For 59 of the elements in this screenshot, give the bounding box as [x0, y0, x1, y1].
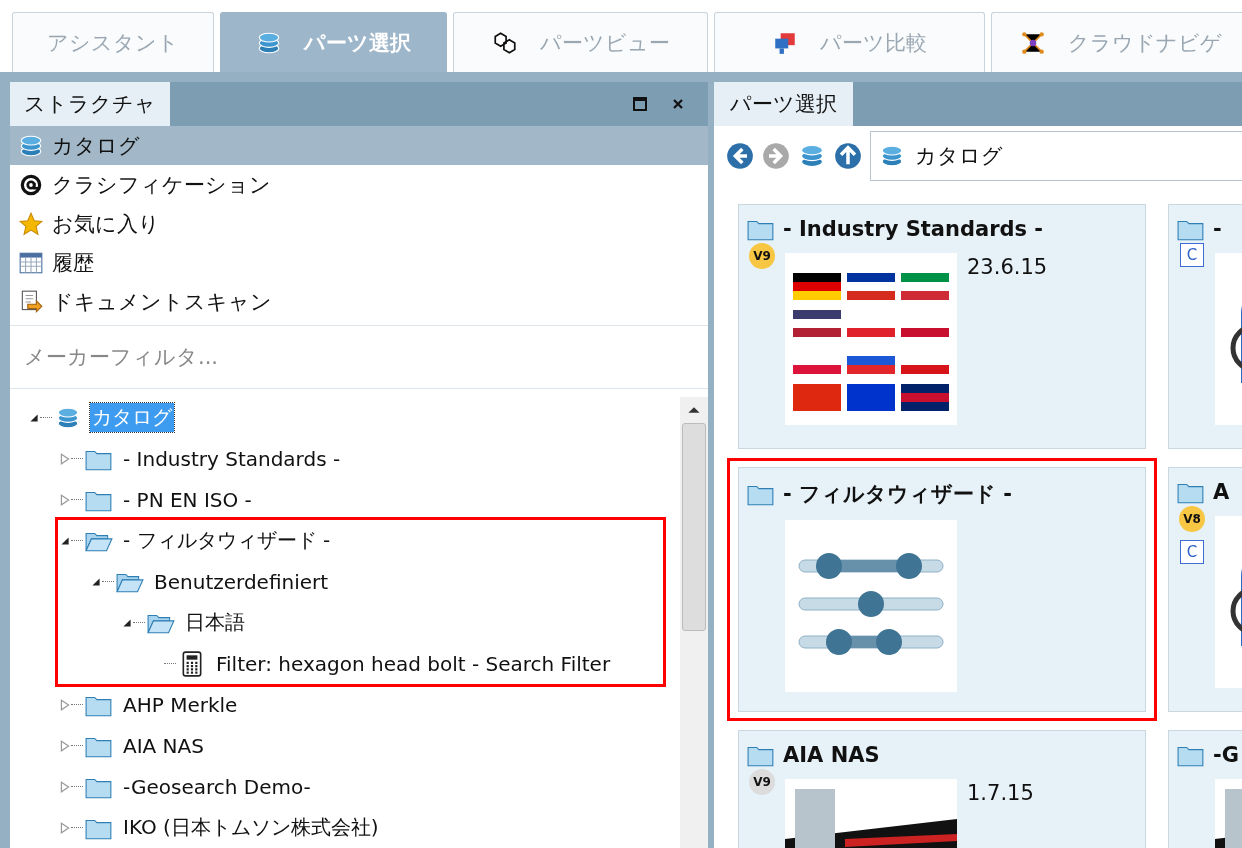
tree-item[interactable]: Benutzerdefiniert [152, 568, 331, 595]
date-text: 23.6.15 [967, 255, 1048, 281]
catalog-card[interactable]: - Industry Standards - V9 23.6.15 [738, 204, 1146, 449]
expand-toggle-icon[interactable] [59, 452, 71, 465]
expand-toggle-icon[interactable] [59, 493, 71, 506]
tree-item[interactable]: - PN EN ISO - [121, 486, 254, 513]
nav-item[interactable]: 履歴 [10, 243, 708, 282]
expand-toggle-icon[interactable] [28, 411, 40, 424]
back-icon[interactable] [726, 142, 754, 170]
tree-item[interactable]: AIA NAS [121, 732, 206, 759]
card-title: -G [1213, 743, 1239, 767]
up-icon[interactable] [834, 142, 862, 170]
date-text: 1.7.15 [967, 781, 1034, 807]
tree-item[interactable]: IKO (日本トムソン株式会社) [121, 813, 381, 842]
expand-toggle-icon[interactable] [59, 698, 71, 711]
expand-toggle-icon[interactable] [90, 575, 102, 588]
expand-toggle-icon[interactable] [59, 780, 71, 793]
version-badge: V9 [749, 243, 775, 269]
card-title: - Industry Standards - [783, 217, 1044, 241]
scrollbar[interactable] [680, 397, 708, 848]
card-title: A [1213, 480, 1230, 504]
nav-item[interactable]: ドキュメントスキャン [10, 282, 708, 321]
expand-toggle-icon[interactable] [59, 821, 71, 834]
manufacturer-filter-field[interactable]: メーカーフィルタ... [22, 344, 696, 370]
books-icon [879, 143, 905, 169]
maximize-icon[interactable] [632, 96, 648, 112]
tree-item[interactable]: Filter: hexagon head bolt - Search Filter [214, 650, 613, 677]
version-badge: V8 [1179, 506, 1205, 532]
class-badge: C [1180, 243, 1204, 267]
forward-icon[interactable] [762, 142, 790, 170]
nav-item[interactable]: カタログ [10, 126, 708, 165]
catalog-card[interactable]: -G [1168, 730, 1242, 848]
catalog-card[interactable]: A V8 C [1168, 467, 1242, 712]
card-title: - [1213, 217, 1222, 241]
catalog-card[interactable]: - C [1168, 204, 1242, 449]
breadcrumb-text: カタログ [915, 143, 1003, 170]
tree-item[interactable]: - フィルタウィザード - [121, 526, 333, 555]
expand-toggle-icon[interactable] [59, 739, 71, 752]
catalog-card[interactable]: AIA NAS V9 1.7.15 [738, 730, 1146, 848]
network-icon [1020, 29, 1046, 56]
tree-item[interactable]: AHP Merkle [121, 691, 240, 718]
card-title: AIA NAS [783, 743, 880, 767]
version-badge: V9 [749, 769, 775, 795]
panel-tab[interactable]: ストラクチャ [10, 82, 170, 126]
scroll-thumb[interactable] [682, 423, 706, 631]
catalog-card[interactable]: - フィルタウィザード - [738, 467, 1146, 712]
cubes-icon [491, 29, 518, 56]
tree-item[interactable]: 日本語 [183, 608, 247, 637]
expand-toggle-icon[interactable] [121, 616, 133, 629]
tree-item[interactable]: - Industry Standards - [121, 445, 343, 472]
panel-tab[interactable]: パーツ選択 [714, 82, 853, 126]
star-icon [18, 210, 44, 237]
card-title: - フィルタウィザード - [783, 481, 1013, 508]
nav-item[interactable]: お気に入り [10, 204, 708, 243]
tree-item[interactable]: -Geosearch Demo- [121, 773, 313, 800]
breadcrumb-field[interactable]: カタログ [870, 131, 1242, 181]
class-badge: C [1180, 540, 1204, 564]
nav-item[interactable]: クラシフィケーション [10, 165, 708, 204]
expand-toggle-icon[interactable] [59, 534, 71, 547]
